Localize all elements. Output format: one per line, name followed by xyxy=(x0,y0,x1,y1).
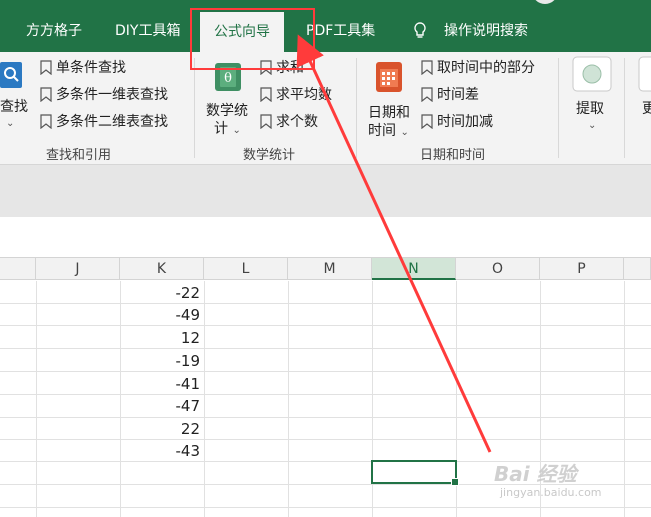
annotation-arrow xyxy=(296,34,492,453)
watermark-url: jingyan.baidu.com xyxy=(500,486,602,499)
watermark: Bai 经验 xyxy=(494,462,577,486)
